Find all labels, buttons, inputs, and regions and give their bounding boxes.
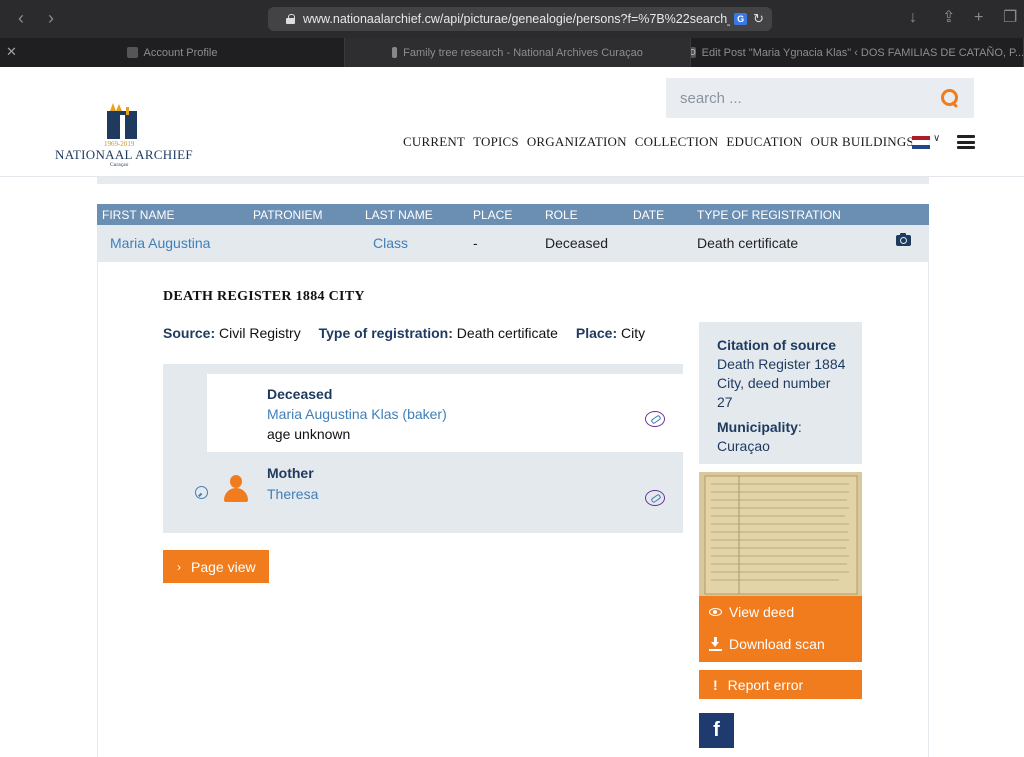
tab-family-tree-research[interactable]: Family tree research - National Archives… [345, 38, 691, 67]
results-table: FIRST NAME PATRONIEM LAST NAME PLACE ROL… [97, 204, 929, 262]
col-type-of-registration[interactable]: TYPE OF REGISTRATION [697, 208, 841, 222]
page-view-button[interactable]: › Page view [163, 550, 269, 583]
id-card-icon [126, 47, 138, 58]
deed-scan-thumbnail[interactable] [699, 472, 862, 596]
download-icon [709, 637, 722, 651]
lock-icon [286, 14, 295, 24]
col-role[interactable]: ROLE [545, 208, 578, 222]
site-header: 1969-2019 NATIONAAL ARCHIEF Curaçao CURR… [0, 67, 1024, 177]
key-icon [392, 47, 398, 58]
source-label: Source: [163, 325, 216, 341]
municipality-value: Curaçao [717, 438, 770, 454]
place-label: Place: [575, 325, 618, 341]
person-role-deceased: Deceased [267, 386, 333, 402]
link-icon[interactable] [645, 490, 665, 506]
citation-label: Citation of source [717, 337, 837, 353]
place-value: City [621, 325, 646, 341]
nav-topics[interactable]: TOPICS [473, 134, 519, 150]
d-logo-icon: D [691, 47, 696, 58]
col-place[interactable]: PLACE [473, 208, 512, 222]
site-logo[interactable]: 1969-2019 NATIONAAL ARCHIEF Curaçao [55, 103, 195, 168]
exclamation-icon: ! [713, 676, 718, 693]
back-icon[interactable]: ‹ [18, 8, 24, 28]
table-row[interactable]: Maria Augustina Class - Deceased Death c… [97, 225, 929, 262]
person-role-mother: Mother [267, 465, 314, 481]
person-age-deceased: age unknown [267, 426, 351, 442]
tab-edit-post[interactable]: D Edit Post "Maria Ygnacia Klas" ‹ DOS F… [691, 38, 1024, 67]
browser-toolbar: ‹ › www.nationaalarchief.cw/api/picturae… [0, 0, 1024, 38]
facebook-share-icon[interactable]: f [699, 713, 734, 748]
col-first-name[interactable]: FIRST NAME [102, 208, 174, 222]
nav-current[interactable]: CURRENT [403, 134, 465, 150]
municipality-colon: : [797, 419, 802, 435]
register-title: DEATH REGISTER 1884 CITY [163, 289, 365, 304]
close-tab-icon[interactable]: ✕ [6, 44, 17, 60]
reload-icon[interactable]: ↻ [753, 11, 764, 27]
table-header: FIRST NAME PATRONIEM LAST NAME PLACE ROL… [97, 204, 929, 225]
nav-collection[interactable]: COLLECTION [635, 134, 719, 150]
cell-role: Deceased [545, 235, 609, 251]
type-label: Type of registration: [318, 325, 453, 341]
search-person-icon[interactable] [195, 486, 208, 499]
report-error-button[interactable]: ! Report error [699, 670, 862, 699]
forward-icon[interactable]: › [48, 8, 54, 28]
tab-strip: Account Profile Family tree research - N… [0, 38, 1024, 67]
person-name-mother[interactable]: Theresa [267, 486, 318, 502]
record-meta: Source: Civil Registry Type of registrat… [163, 325, 645, 341]
view-deed-button[interactable]: View deed [709, 604, 794, 620]
share-icon[interactable]: ⇪ [942, 8, 955, 28]
chevron-right-icon: › [177, 559, 181, 574]
cell-type: Death certificate [697, 235, 799, 251]
deed-scan-image [699, 472, 862, 596]
search-box [666, 78, 974, 118]
logo-name: NATIONAAL ARCHIEF [55, 147, 193, 162]
municipality-row: Municipality: [717, 418, 862, 437]
source-value: Civil Registry [219, 325, 301, 341]
camera-icon[interactable] [896, 233, 911, 246]
col-last-name[interactable]: LAST NAME [365, 208, 433, 222]
municipality-label: Municipality [717, 419, 798, 435]
citation-line-2: City, deed number [717, 375, 831, 391]
search-icon[interactable] [940, 88, 960, 108]
search-input[interactable] [680, 89, 940, 107]
nav-education[interactable]: EDUCATION [726, 134, 802, 150]
chevron-down-icon[interactable]: ∨ [933, 133, 940, 144]
tab-overview-icon[interactable]: ❐ [1003, 8, 1017, 28]
col-date[interactable]: DATE [633, 208, 664, 222]
citation-line-1: Death Register 1884 [717, 356, 846, 372]
translate-icon[interactable]: G [734, 13, 748, 25]
nav-our-buildings[interactable]: OUR BUILDINGS [811, 134, 914, 150]
filter-bar [97, 177, 929, 184]
link-icon[interactable] [645, 411, 665, 427]
cell-place: - [473, 235, 478, 251]
tab-account-profile[interactable]: Account Profile [0, 38, 345, 67]
archive-logo-icon [107, 103, 137, 139]
eye-icon [709, 608, 722, 616]
deed-actions: View deed Download scan [699, 596, 862, 662]
download-status-icon[interactable]: ↓ [909, 8, 917, 28]
person-name-deceased[interactable]: Maria Augustina Klas (baker) [267, 406, 447, 422]
nav-organization[interactable]: ORGANIZATION [527, 134, 627, 150]
language-flag-icon[interactable] [912, 136, 930, 149]
new-tab-icon[interactable]: + [974, 8, 983, 28]
citation-box: Citation of source Death Register 1884 C… [699, 322, 862, 464]
logo-subtitle: Curaçao [110, 162, 129, 168]
main-nav: CURRENT TOPICS ORGANIZATION COLLECTION E… [403, 134, 922, 150]
address-bar[interactable]: www.nationaalarchief.cw/api/picturae/gen… [268, 7, 772, 31]
col-patroniem[interactable]: PATRONIEM [253, 208, 323, 222]
cell-last-name[interactable]: Class [373, 235, 408, 251]
cell-first-name[interactable]: Maria Augustina [110, 235, 210, 251]
menu-icon[interactable] [957, 135, 975, 149]
url-text: www.nationaalarchief.cw/api/picturae/gen… [303, 12, 731, 26]
citation-line-3: 27 [717, 394, 733, 410]
type-value: Death certificate [456, 325, 558, 341]
female-person-icon [223, 475, 249, 503]
download-scan-button[interactable]: Download scan [709, 636, 825, 652]
